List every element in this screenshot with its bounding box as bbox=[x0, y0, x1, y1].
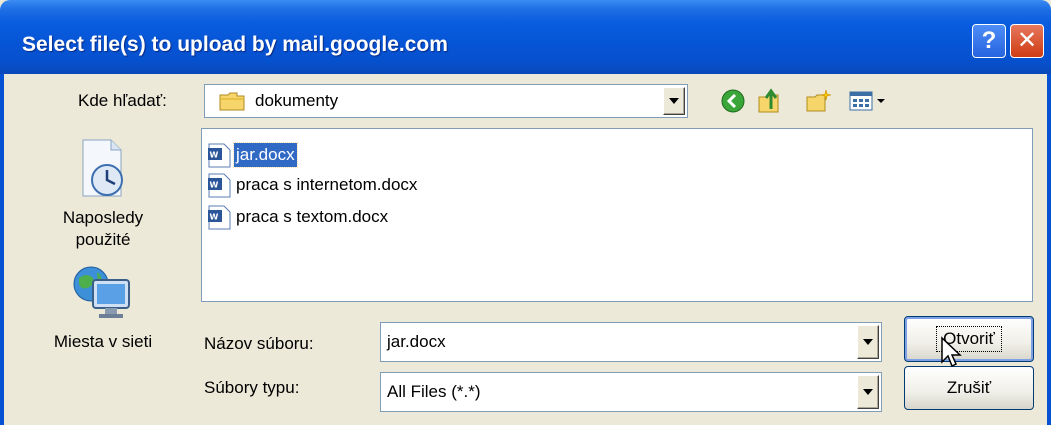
cancel-button-label: Zrušiť bbox=[946, 378, 992, 397]
file-list[interactable]: W jar.docx W praca s internetom.docx W p… bbox=[201, 128, 1033, 302]
open-button[interactable]: Otvoriť bbox=[904, 316, 1034, 362]
svg-text:W: W bbox=[210, 213, 219, 222]
cancel-button[interactable]: Zrušiť bbox=[904, 366, 1034, 410]
file-type-label: Súbory typu: bbox=[204, 378, 300, 397]
close-button[interactable]: ✕ bbox=[1010, 24, 1044, 58]
mouse-cursor-icon bbox=[941, 336, 962, 368]
file-item[interactable]: W praca s textom.docx bbox=[206, 203, 390, 231]
file-name-field[interactable]: jar.docx bbox=[380, 322, 882, 362]
file-type-dropdown[interactable]: All Files (*.*) bbox=[380, 372, 882, 412]
file-type-dropdown-arrow[interactable] bbox=[857, 375, 879, 409]
word-document-icon: W bbox=[208, 143, 231, 168]
window-title: Select file(s) to upload by mail.google.… bbox=[22, 33, 448, 56]
places-recent-label-2: použité bbox=[75, 230, 131, 249]
folder-icon bbox=[219, 92, 245, 111]
file-name: jar.docx bbox=[233, 142, 298, 168]
look-in-label: Kde hľadať: bbox=[78, 91, 167, 110]
window-border-right bbox=[1047, 74, 1051, 425]
file-item[interactable]: W jar.docx bbox=[206, 141, 298, 169]
word-document-icon: W bbox=[208, 205, 231, 230]
close-icon: ✕ bbox=[1016, 27, 1038, 54]
help-button[interactable]: ? bbox=[972, 24, 1006, 58]
file-upload-dialog: Select file(s) to upload by mail.google.… bbox=[0, 0, 1051, 425]
up-folder-icon bbox=[758, 88, 779, 113]
network-places-icon bbox=[73, 266, 130, 318]
file-name: praca s textom.docx bbox=[236, 207, 389, 226]
file-type-value: All Files (*.*) bbox=[387, 382, 481, 401]
file-name-label: Názov súboru: bbox=[204, 334, 314, 353]
title-bar[interactable]: Select file(s) to upload by mail.google.… bbox=[0, 0, 1051, 74]
file-item[interactable]: W praca s internetom.docx bbox=[206, 171, 419, 199]
new-folder-icon bbox=[806, 89, 832, 112]
file-name: praca s internetom.docx bbox=[236, 175, 418, 194]
new-folder-button[interactable] bbox=[804, 86, 834, 116]
back-icon bbox=[721, 89, 745, 113]
view-menu-icon bbox=[849, 91, 885, 111]
places-network-label: Miesta v sieti bbox=[53, 332, 153, 351]
chevron-down-icon bbox=[669, 98, 679, 104]
back-button[interactable] bbox=[718, 86, 748, 116]
file-name-value[interactable]: jar.docx bbox=[387, 323, 446, 361]
current-folder-name: dokumenty bbox=[255, 91, 339, 110]
recent-documents-icon bbox=[82, 139, 123, 197]
chevron-down-icon bbox=[863, 339, 873, 345]
up-folder-button[interactable] bbox=[755, 86, 785, 116]
word-document-icon: W bbox=[208, 173, 231, 198]
svg-text:W: W bbox=[210, 181, 219, 190]
file-name-dropdown-arrow[interactable] bbox=[857, 325, 879, 359]
svg-text:W: W bbox=[210, 151, 219, 160]
look-in-value: dokumenty bbox=[219, 85, 338, 117]
look-in-dropdown[interactable]: dokumenty bbox=[204, 84, 688, 118]
window-border-left bbox=[0, 74, 4, 425]
look-in-dropdown-arrow[interactable] bbox=[663, 87, 685, 115]
places-network[interactable]: Miesta v sieti bbox=[14, 264, 192, 353]
view-menu-button[interactable] bbox=[846, 86, 892, 116]
chevron-down-icon bbox=[863, 389, 873, 395]
places-recent-label-1: Naposledy bbox=[62, 208, 144, 227]
places-recent[interactable]: Naposledy použité bbox=[14, 136, 192, 251]
